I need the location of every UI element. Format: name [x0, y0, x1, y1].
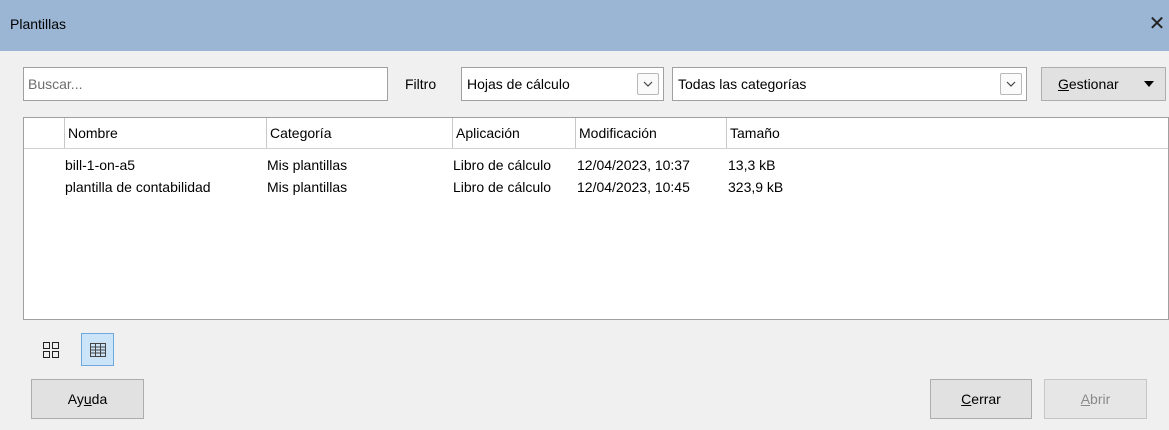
- close-icon[interactable]: ✕: [1147, 12, 1167, 35]
- thumbnail-view-icon: [42, 341, 59, 358]
- category-filter-value: Todas las categorías: [678, 76, 807, 92]
- column-header-name[interactable]: Nombre: [64, 118, 267, 148]
- templates-list[interactable]: Nombre Categoría Aplicación Modificación…: [23, 117, 1169, 320]
- cell-category: Mis plantillas: [267, 179, 348, 195]
- open-button[interactable]: Abrir: [1044, 379, 1147, 419]
- manage-button[interactable]: Gestionar: [1041, 67, 1166, 101]
- cell-application: Libro de cálculo: [453, 179, 552, 195]
- column-header-size[interactable]: Tamaño: [726, 118, 1166, 148]
- filter-label: Filtro: [405, 76, 437, 92]
- dialog-title: Plantillas: [10, 16, 67, 32]
- list-header: Nombre Categoría Aplicación Modificación…: [24, 118, 1168, 149]
- chevron-down-icon[interactable]: [1000, 73, 1022, 95]
- column-header-application[interactable]: Aplicación: [452, 118, 576, 148]
- help-label-pre: Ay: [67, 391, 84, 407]
- cell-modified: 12/04/2023, 10:45: [577, 179, 690, 195]
- thumbnail-view-button[interactable]: [34, 333, 67, 366]
- open-mnemonic: A: [1080, 391, 1091, 407]
- manage-button-label: Gestionar: [1058, 76, 1119, 92]
- chevron-down-icon[interactable]: [637, 73, 659, 95]
- templates-dialog: Plantillas ✕ Filtro Hojas de cálculo Tod…: [0, 0, 1169, 430]
- category-filter-dropdown[interactable]: Todas las categorías: [672, 67, 1027, 101]
- list-view-button[interactable]: [81, 333, 114, 366]
- application-filter-value: Hojas de cálculo: [467, 76, 570, 92]
- help-label-post: da: [91, 391, 108, 407]
- title-bar[interactable]: Plantillas ✕: [0, 0, 1169, 51]
- dropdown-arrow-icon: [1144, 81, 1154, 87]
- help-mnemonic: u: [83, 391, 92, 407]
- cell-name: plantilla de contabilidad: [65, 179, 211, 195]
- table-row[interactable]: plantilla de contabilidad Mis plantillas…: [24, 177, 1168, 198]
- close-mnemonic: C: [961, 391, 972, 407]
- application-filter-dropdown[interactable]: Hojas de cálculo: [461, 67, 664, 101]
- close-button[interactable]: Cerrar: [930, 379, 1032, 419]
- search-input[interactable]: [23, 67, 388, 101]
- list-view-icon: [89, 342, 106, 357]
- close-label-rest: errar: [971, 391, 1001, 407]
- manage-mnemonic: G: [1058, 76, 1069, 92]
- column-header-category[interactable]: Categoría: [266, 118, 453, 148]
- open-label-rest: brir: [1090, 391, 1111, 407]
- cell-size: 13,3 kB: [728, 157, 776, 173]
- table-row[interactable]: bill-1-on-a5 Mis plantillas Libro de cál…: [24, 155, 1168, 176]
- cell-name: bill-1-on-a5: [65, 157, 136, 173]
- cell-application: Libro de cálculo: [453, 157, 552, 173]
- cell-size: 323,9 kB: [728, 179, 784, 195]
- column-header-modified[interactable]: Modificación: [575, 118, 727, 148]
- cell-modified: 12/04/2023, 10:37: [577, 157, 690, 173]
- help-button[interactable]: Ay u da: [31, 379, 144, 419]
- cell-category: Mis plantillas: [267, 157, 348, 173]
- manage-label-rest: estionar: [1068, 76, 1119, 92]
